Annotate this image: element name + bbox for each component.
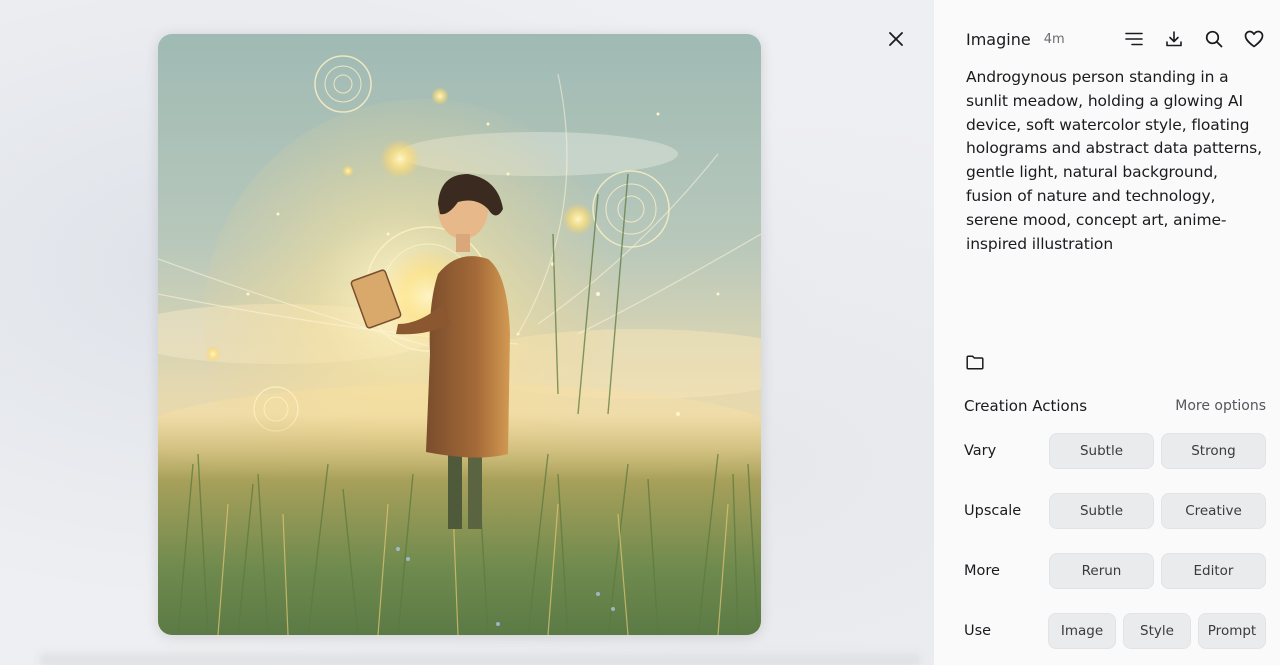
action-row-more: More Rerun Editor — [964, 553, 1266, 589]
menu-lines-icon[interactable] — [1122, 27, 1146, 51]
rerun-button[interactable]: Rerun — [1049, 553, 1154, 589]
panel-title: Imagine — [966, 29, 1031, 49]
folder-button[interactable] — [964, 351, 986, 373]
row-label: Upscale — [964, 503, 1022, 519]
panel-header: Imagine 4m — [966, 26, 1266, 52]
download-icon[interactable] — [1162, 27, 1186, 51]
editor-button[interactable]: Editor — [1161, 553, 1266, 589]
details-panel: Imagine 4m Androgynous person standing i… — [934, 0, 1280, 665]
action-row-upscale: Upscale Subtle Creative — [964, 493, 1266, 529]
generated-image-art — [158, 34, 761, 635]
row-label: More — [964, 563, 1000, 579]
use-image-button[interactable]: Image — [1048, 613, 1116, 649]
action-row-use: Use Image Style Prompt — [964, 613, 1266, 649]
creation-actions-header: Creation Actions More options — [964, 395, 1266, 417]
upscale-subtle-button[interactable]: Subtle — [1049, 493, 1154, 529]
header-actions — [1122, 27, 1266, 51]
use-style-button[interactable]: Style — [1123, 613, 1191, 649]
vary-strong-button[interactable]: Strong — [1161, 433, 1266, 469]
close-icon — [889, 32, 903, 46]
heart-icon[interactable] — [1242, 27, 1266, 51]
action-row-vary: Vary Subtle Strong — [964, 433, 1266, 469]
close-button[interactable] — [884, 27, 908, 51]
search-icon[interactable] — [1202, 27, 1226, 51]
use-prompt-button[interactable]: Prompt — [1198, 613, 1266, 649]
creation-age: 4m — [1043, 31, 1065, 47]
generated-image[interactable] — [158, 34, 761, 635]
vary-subtle-button[interactable]: Subtle — [1049, 433, 1154, 469]
prompt-text: Androgynous person standing in a sunlit … — [966, 68, 1262, 253]
backdrop-shadow — [40, 652, 920, 665]
creation-actions-title: Creation Actions — [964, 397, 1088, 415]
row-label: Use — [964, 623, 992, 639]
row-label: Vary — [964, 443, 997, 459]
more-options-link[interactable]: More options — [1175, 398, 1266, 414]
upscale-creative-button[interactable]: Creative — [1161, 493, 1266, 529]
folder-icon — [966, 354, 984, 370]
